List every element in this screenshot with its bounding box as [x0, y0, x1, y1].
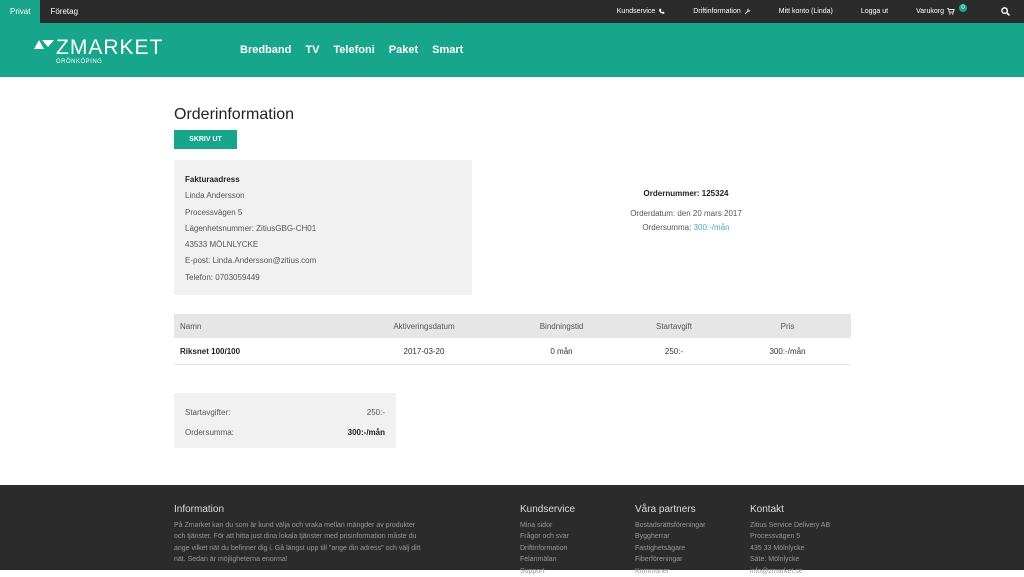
kundservice-label: Kundservice — [617, 8, 656, 15]
logo-subtitle: GRÖNKÖPING — [56, 59, 102, 65]
invoice-street: Processvägen 5 — [185, 205, 461, 221]
nav-bredband[interactable]: Bredband — [240, 44, 291, 56]
invoice-postal: 43533 MÖLNLYCKE — [185, 237, 461, 253]
footer-kontakt: Kontakt Zitius Service Delivery AB Proce… — [750, 504, 870, 577]
main-header: ZMARKET GRÖNKÖPING Bredband TV Telefoni … — [0, 23, 1024, 77]
footer-info-line: nät. Sedan är möjligheterna enorma! — [174, 554, 464, 566]
order-info: Ordernummer: 125324 Orderdatum: den 20 m… — [560, 187, 812, 235]
footer-kontakt-company: Zitius Service Delivery AB — [750, 520, 870, 532]
segment-privat[interactable]: Privat — [0, 0, 40, 23]
col-aktiveringsdatum: Aktiveringsdatum — [349, 322, 499, 331]
footer-partners: Våra partners Bostadsrättsföreningar Byg… — [635, 504, 745, 577]
summary-total-label: Ordersumma: — [185, 428, 234, 437]
footer-link-driftinformation[interactable]: Driftinformation — [520, 543, 620, 555]
kundservice-link[interactable]: Kundservice — [603, 8, 680, 15]
invoice-name: Linda Andersson — [185, 188, 461, 204]
order-number: Ordernummer: 125324 — [560, 187, 812, 201]
varukorg-link[interactable]: Varukorg 0 — [902, 8, 981, 16]
phone-icon — [658, 8, 665, 15]
footer-kontakt-postal: 435 33 Mölnlycke — [750, 543, 870, 555]
order-summary-box: Startavgifter: 250:- Ordersumma: 300:-/m… — [174, 393, 396, 448]
main-nav: Bredband TV Telefoni Paket Smart — [240, 44, 463, 56]
search-icon — [1001, 7, 1010, 16]
summary-total-value: 300:-/mån — [348, 428, 385, 437]
col-namn: Namn — [174, 322, 349, 331]
footer-partners-title: Våra partners — [635, 504, 745, 516]
order-sum-value: 300:-/mån — [694, 223, 730, 232]
nav-tv[interactable]: TV — [305, 44, 319, 56]
page-title: Orderinformation — [174, 106, 294, 124]
footer-link-fiberforeningar[interactable]: Fiberföreningar — [635, 554, 745, 566]
nav-telefoni[interactable]: Telefoni — [333, 44, 374, 56]
footer-info-line: ange vilket nät du befinner dig i. Gå lä… — [174, 543, 464, 555]
summary-start-row: Startavgifter: 250:- — [185, 402, 385, 422]
col-startavgift: Startavgift — [624, 322, 724, 331]
zmarket-logo-icon — [34, 39, 54, 49]
cell-aktiveringsdatum: 2017-03-20 — [349, 347, 499, 356]
invoice-title: Fakturaadress — [185, 172, 461, 188]
logo-text: ZMARKET — [56, 36, 163, 60]
zmarket-logo[interactable]: ZMARKET GRÖNKÖPING — [34, 30, 184, 70]
invoice-phone: Telefon: 0703059449 — [185, 270, 461, 286]
col-bindningstid: Bindningstid — [499, 322, 624, 331]
nav-smart[interactable]: Smart — [432, 44, 463, 56]
driftinformation-link[interactable]: Driftinformation — [679, 8, 764, 15]
footer-information: Information På Zmarket kan du som är kun… — [174, 504, 464, 566]
invoice-apartment: Lägenhetsnummer: ZitiusGBG-CH01 — [185, 221, 461, 237]
footer-link-byggherrar[interactable]: Byggherrar — [635, 531, 745, 543]
summary-total-row: Ordersumma: 300:-/mån — [185, 422, 385, 442]
summary-start-value: 250:- — [367, 408, 385, 417]
cart-count-badge: 0 — [959, 4, 967, 12]
footer-info-title: Information — [174, 504, 464, 516]
cell-pris: 300:-/mån — [724, 347, 851, 356]
cell-namn: Riksnet 100/100 — [174, 347, 349, 356]
footer-link-support[interactable]: Support — [520, 566, 620, 577]
search-button[interactable] — [981, 7, 1024, 16]
footer-link-fragor[interactable]: Frågor och svar — [520, 531, 620, 543]
order-date: Orderdatum: den 20 mars 2017 — [560, 207, 812, 221]
footer-kontakt-street: Processvägen 5 — [750, 531, 870, 543]
main-content: Orderinformation SKRIV UT Fakturaadress … — [0, 77, 1024, 485]
footer-link-felanmalan[interactable]: Felanmälan — [520, 554, 620, 566]
cart-icon — [947, 8, 955, 15]
cell-bindningstid: 0 mån — [499, 347, 624, 356]
varukorg-label: Varukorg — [916, 8, 944, 15]
footer-link-brf[interactable]: Bostadsrättsföreningar — [635, 520, 745, 532]
order-table: Namn Aktiveringsdatum Bindningstid Start… — [174, 314, 851, 365]
footer-kontakt-title: Kontakt — [750, 504, 870, 516]
footer-kundservice-title: Kundservice — [520, 504, 620, 516]
nav-paket[interactable]: Paket — [389, 44, 418, 56]
table-header: Namn Aktiveringsdatum Bindningstid Start… — [174, 314, 851, 338]
footer-kontakt-sate: Säte: Mölnlycke — [750, 554, 870, 566]
footer: Information På Zmarket kan du som är kun… — [0, 485, 1024, 570]
order-sum-label: Ordersumma: — [642, 223, 691, 232]
table-row: Riksnet 100/100 2017-03-20 0 mån 250:- 3… — [174, 338, 851, 365]
mitt-konto-link[interactable]: Mitt konto (Linda) — [765, 8, 847, 15]
driftinformation-label: Driftinformation — [693, 8, 740, 15]
segment-foretag[interactable]: Företag — [40, 0, 88, 23]
footer-link-fastighetsagare[interactable]: Fastighetsägare — [635, 543, 745, 555]
order-sum-line: Ordersumma: 300:-/mån — [560, 221, 812, 235]
top-bar: Privat Företag Kundservice Driftinformat… — [0, 0, 1024, 23]
invoice-address-box: Fakturaadress Linda Andersson Processväg… — [174, 160, 472, 295]
summary-start-label: Startavgifter: — [185, 408, 230, 417]
footer-link-kommuner[interactable]: Kommuner — [635, 566, 745, 577]
print-button[interactable]: SKRIV UT — [174, 130, 237, 149]
footer-kontakt-email[interactable]: info@zmarket.se — [750, 566, 870, 577]
footer-link-mina-sidor[interactable]: Mina sidor — [520, 520, 620, 532]
invoice-email: E-post: Linda.Andersson@zitius.com — [185, 253, 461, 269]
footer-info-line: På Zmarket kan du som är kund välja och … — [174, 520, 464, 532]
logga-ut-link[interactable]: Logga ut — [847, 8, 902, 15]
col-pris: Pris — [724, 322, 851, 331]
cell-startavgift: 250:- — [624, 347, 724, 356]
footer-info-line: och tjänster. För att hitta just dina lo… — [174, 531, 464, 543]
footer-kundservice: Kundservice Mina sidor Frågor och svar D… — [520, 504, 620, 577]
top-links: Kundservice Driftinformation Mitt konto … — [603, 0, 1024, 23]
wrench-icon — [744, 8, 751, 15]
